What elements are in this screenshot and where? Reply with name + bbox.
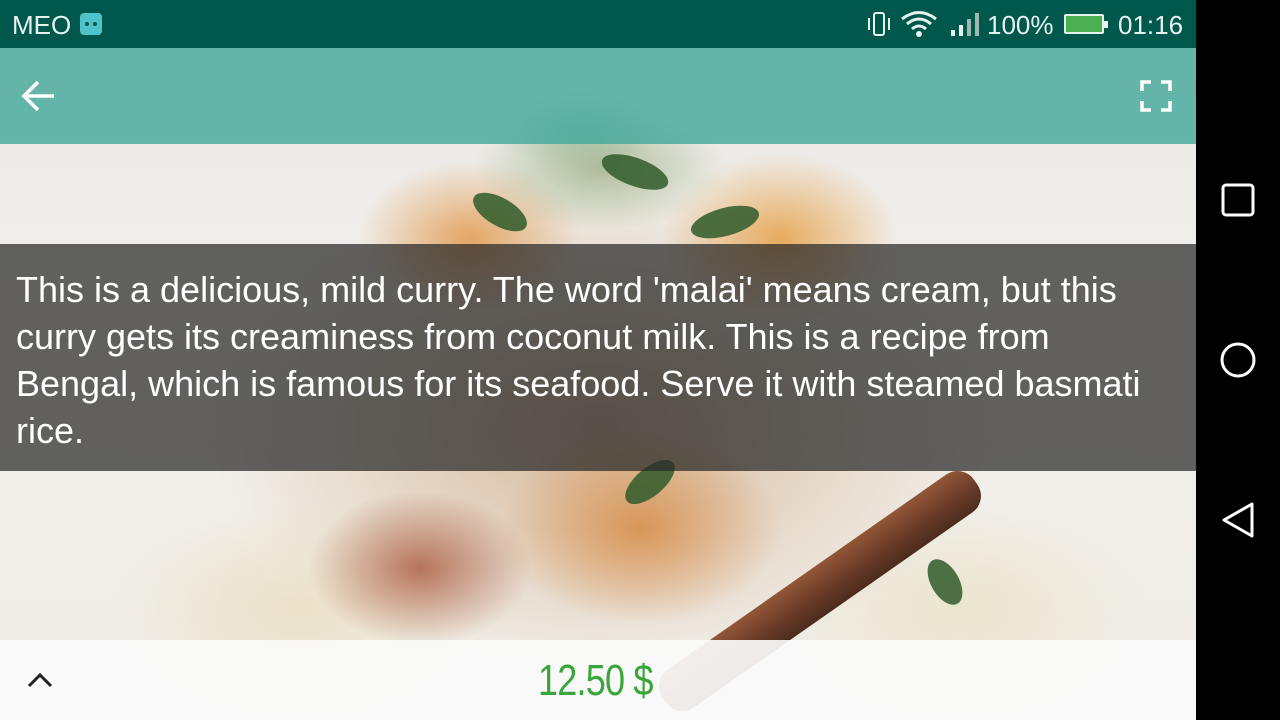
carrier-label: MEO xyxy=(12,10,72,40)
herb-leaf xyxy=(920,553,970,611)
vibrate-icon xyxy=(868,12,890,36)
clock: 01:16 xyxy=(1118,10,1184,40)
herb-leaf xyxy=(467,184,533,240)
wifi-icon xyxy=(901,11,937,37)
home-circle-icon[interactable] xyxy=(1218,340,1258,380)
arrow-back-icon[interactable] xyxy=(20,78,58,114)
status-bar: MEO 100% 01:16 xyxy=(0,0,1196,48)
recents-square-icon[interactable] xyxy=(1218,180,1258,220)
battery-percentage: 100% xyxy=(987,10,1054,40)
app-toolbar xyxy=(0,48,1196,144)
price-label: 12.50 $ xyxy=(538,656,653,705)
signal-icon xyxy=(951,13,979,36)
bottom-bar: 12.50 $ xyxy=(0,640,1196,720)
battery-charging-icon xyxy=(1064,14,1108,34)
chevron-up-icon[interactable] xyxy=(26,670,54,690)
herb-leaf xyxy=(687,199,763,245)
recipe-description: This is a delicious, mild curry. The wor… xyxy=(0,244,1196,471)
system-navigation-bar xyxy=(1196,0,1280,720)
app-screen: MEO 100% 01:16 This is a delicious, mild… xyxy=(0,0,1196,720)
back-triangle-icon[interactable] xyxy=(1218,500,1258,540)
herb-leaf xyxy=(597,146,673,198)
fullscreen-icon[interactable] xyxy=(1138,78,1174,114)
android-notification-icon xyxy=(80,13,102,35)
